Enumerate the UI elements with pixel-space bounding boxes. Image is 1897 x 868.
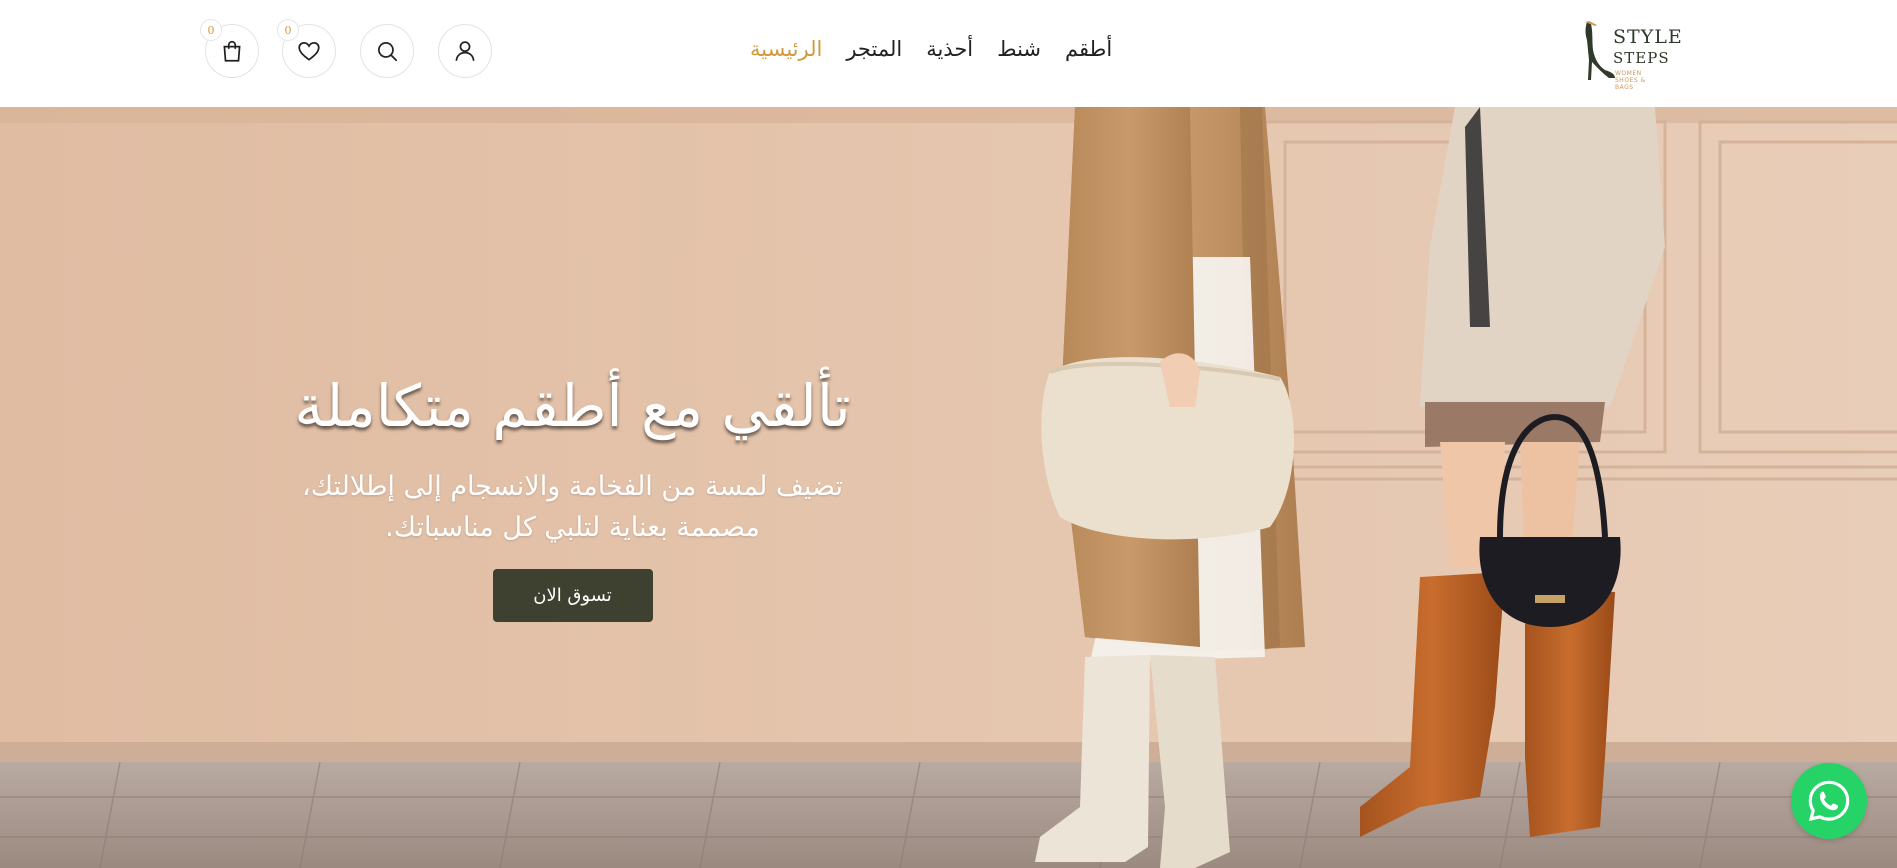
hero-banner: تألقي مع أطقم متكاملة تضيف لمسة من الفخا… — [0, 107, 1897, 868]
cart-count-badge: 0 — [200, 19, 222, 41]
nav-item-shoes[interactable]: أحذية — [926, 37, 973, 61]
shop-now-button[interactable]: تسوق الان — [492, 569, 653, 623]
hero-subtitle-line1: تضيف لمسة من الفخامة والانسجام إلى إطلال… — [301, 470, 843, 502]
hero-content: تألقي مع أطقم متكاملة تضيف لمسة من الفخا… — [260, 372, 885, 623]
nav-item-bags[interactable]: شنط — [997, 37, 1041, 61]
hero-title: تألقي مع أطقم متكاملة — [294, 372, 851, 440]
brand-logo[interactable]: STYLE STEPS WOMEN SHOES & BAGS — [1575, 18, 1682, 91]
account-button[interactable] — [438, 24, 492, 78]
search-button[interactable] — [360, 24, 414, 78]
cart-button[interactable]: 0 — [200, 19, 259, 78]
hero-subtitle: تضيف لمسة من الفخامة والانسجام إلى إطلال… — [260, 466, 885, 550]
wishlist-button[interactable]: 0 — [277, 19, 336, 78]
hero-subtitle-line2: مصممة بعناية لتلبي كل مناسباتك. — [385, 512, 760, 544]
user-icon — [455, 41, 475, 61]
nav-item-shop[interactable]: المتجر — [846, 37, 902, 61]
brand-name-line2: STEPS — [1613, 49, 1670, 67]
main-nav: الرئيسية المتجر أحذية شنط أطقم — [750, 33, 1112, 65]
whatsapp-chat-button[interactable] — [1791, 763, 1867, 839]
nav-item-home[interactable]: الرئيسية — [750, 37, 822, 61]
whatsapp-icon — [1808, 780, 1850, 822]
wishlist-count-badge: 0 — [277, 19, 299, 41]
heart-icon — [298, 42, 320, 61]
brand-tagline: WOMEN SHOES & BAGS — [1615, 70, 1646, 91]
brand-name-line1: STYLE — [1613, 26, 1683, 48]
nav-item-sets[interactable]: أطقم — [1065, 37, 1112, 61]
shopping-bag-icon — [223, 40, 241, 62]
high-heel-logo-icon — [1585, 21, 1615, 80]
search-icon — [378, 42, 398, 62]
site-header: STYLE STEPS WOMEN SHOES & BAGS الرئيسية … — [0, 0, 1897, 107]
